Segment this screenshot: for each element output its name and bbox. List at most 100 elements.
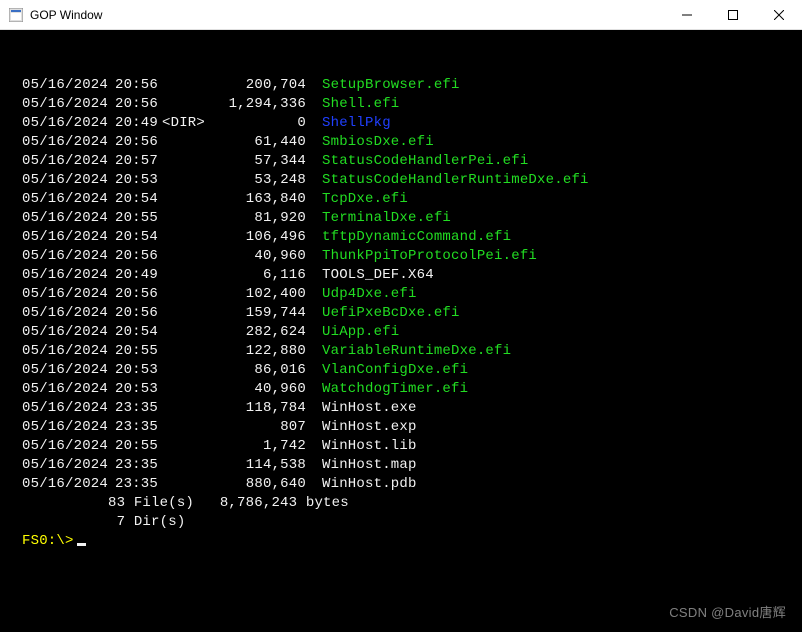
terminal-output[interactable]: 05/16/202420:56200,704SetupBrowser.efi05… — [0, 30, 802, 632]
file-date: 05/16/2024 — [22, 247, 104, 266]
file-name: ThunkPpiToProtocolPei.efi — [322, 247, 537, 266]
prompt-line[interactable]: FS0:\> — [22, 532, 794, 551]
listing-row: 05/16/202423:35880,640WinHost.pdb — [8, 475, 794, 494]
listing-row: 05/16/202420:551,742WinHost.lib — [8, 437, 794, 456]
dir-flag — [162, 171, 206, 190]
file-date: 05/16/2024 — [22, 76, 104, 95]
listing-row: 05/16/202420:56159,744UefiPxeBcDxe.efi — [8, 304, 794, 323]
listing-row: 05/16/202420:561,294,336Shell.efi — [8, 95, 794, 114]
titlebar[interactable]: GOP Window — [0, 0, 802, 30]
file-name: TcpDxe.efi — [322, 190, 408, 209]
file-size: 1,742 — [206, 437, 306, 456]
file-size: 61,440 — [206, 133, 306, 152]
file-time: 20:55 — [108, 437, 158, 456]
file-date: 05/16/2024 — [22, 437, 104, 456]
listing-row: 05/16/202420:496,116TOOLS_DEF.X64 — [8, 266, 794, 285]
listing-row: 05/16/202420:54106,496tftpDynamicCommand… — [8, 228, 794, 247]
file-name: WinHost.map — [322, 456, 417, 475]
file-time: 20:54 — [108, 190, 158, 209]
file-time: 20:56 — [108, 76, 158, 95]
window-title: GOP Window — [30, 8, 664, 22]
file-name: UefiPxeBcDxe.efi — [322, 304, 460, 323]
file-time: 20:54 — [108, 228, 158, 247]
dir-flag — [162, 209, 206, 228]
file-name: StatusCodeHandlerRuntimeDxe.efi — [322, 171, 589, 190]
dir-flag — [162, 399, 206, 418]
summary-files: 83 File(s) 8,786,243 bytes — [22, 494, 794, 513]
file-name: SetupBrowser.efi — [322, 76, 460, 95]
listing-row: 05/16/202420:5581,920TerminalDxe.efi — [8, 209, 794, 228]
file-size: 282,624 — [206, 323, 306, 342]
file-size: 106,496 — [206, 228, 306, 247]
file-size: 6,116 — [206, 266, 306, 285]
listing-row: 05/16/202420:54282,624UiApp.efi — [8, 323, 794, 342]
dir-flag: <DIR> — [162, 114, 206, 133]
dir-flag — [162, 133, 206, 152]
file-size: 86,016 — [206, 361, 306, 380]
file-name: WinHost.pdb — [322, 475, 417, 494]
prompt-text: FS0:\> — [22, 532, 74, 551]
file-date: 05/16/2024 — [22, 361, 104, 380]
file-size: 40,960 — [206, 247, 306, 266]
maximize-button[interactable] — [710, 0, 756, 29]
file-size: 163,840 — [206, 190, 306, 209]
file-date: 05/16/2024 — [22, 285, 104, 304]
file-time: 20:55 — [108, 209, 158, 228]
listing-row: 05/16/202420:54 163,840 TcpDxe.efi — [8, 190, 794, 209]
file-time: 20:56 — [108, 133, 158, 152]
file-time: 20:49 — [108, 266, 158, 285]
dir-flag — [162, 228, 206, 247]
file-name: WatchdogTimer.efi — [322, 380, 468, 399]
dir-flag — [162, 323, 206, 342]
file-date: 05/16/2024 — [22, 152, 104, 171]
file-name: WinHost.exe — [322, 399, 417, 418]
listing-row: 05/16/202420:56 200,704 SetupBrowser.efi — [8, 76, 794, 95]
file-date: 05/16/2024 — [22, 418, 104, 437]
file-date: 05/16/2024 — [22, 133, 104, 152]
file-name: StatusCodeHandlerPei.efi — [322, 152, 528, 171]
file-size: 40,960 — [206, 380, 306, 399]
file-size: 118,784 — [206, 399, 306, 418]
dir-flag — [162, 266, 206, 285]
file-time: 20:49 — [108, 114, 158, 133]
file-date: 05/16/2024 — [22, 323, 104, 342]
file-time: 20:53 — [108, 380, 158, 399]
file-date: 05/16/2024 — [22, 475, 104, 494]
dir-flag — [162, 342, 206, 361]
dir-flag — [162, 95, 206, 114]
dir-flag — [162, 247, 206, 266]
file-size: 102,400 — [206, 285, 306, 304]
file-name: UiApp.efi — [322, 323, 399, 342]
file-time: 20:53 — [108, 171, 158, 190]
file-name: VlanConfigDxe.efi — [322, 361, 468, 380]
file-date: 05/16/2024 — [22, 171, 104, 190]
file-time: 20:56 — [108, 95, 158, 114]
dir-flag — [162, 437, 206, 456]
file-time: 23:35 — [108, 418, 158, 437]
file-time: 20:56 — [108, 304, 158, 323]
listing-row: 05/16/202420:55122,880VariableRuntimeDxe… — [8, 342, 794, 361]
listing-row: 05/16/202423:35118,784WinHost.exe — [8, 399, 794, 418]
file-size: 807 — [206, 418, 306, 437]
file-date: 05/16/2024 — [22, 342, 104, 361]
listing-row: 05/16/202420:5757,344StatusCodeHandlerPe… — [8, 152, 794, 171]
file-time: 23:35 — [108, 399, 158, 418]
file-name: TerminalDxe.efi — [322, 209, 451, 228]
watermark: CSDN @David唐辉 — [669, 603, 786, 622]
file-date: 05/16/2024 — [22, 209, 104, 228]
file-date: 05/16/2024 — [22, 190, 104, 209]
file-size: 122,880 — [206, 342, 306, 361]
close-button[interactable] — [756, 0, 802, 29]
file-time: 20:53 — [108, 361, 158, 380]
listing-row: 05/16/202420:49<DIR>0ShellPkg — [8, 114, 794, 133]
dir-flag — [162, 456, 206, 475]
listing-row: 05/16/202420:53 86,016 VlanConfigDxe.efi — [8, 361, 794, 380]
file-time: 23:35 — [108, 456, 158, 475]
dir-flag — [162, 475, 206, 494]
file-time: 20:55 — [108, 342, 158, 361]
file-name: Shell.efi — [322, 95, 399, 114]
file-time: 20:56 — [108, 247, 158, 266]
file-size: 200,704 — [206, 76, 306, 95]
file-name: tftpDynamicCommand.efi — [322, 228, 511, 247]
minimize-button[interactable] — [664, 0, 710, 29]
